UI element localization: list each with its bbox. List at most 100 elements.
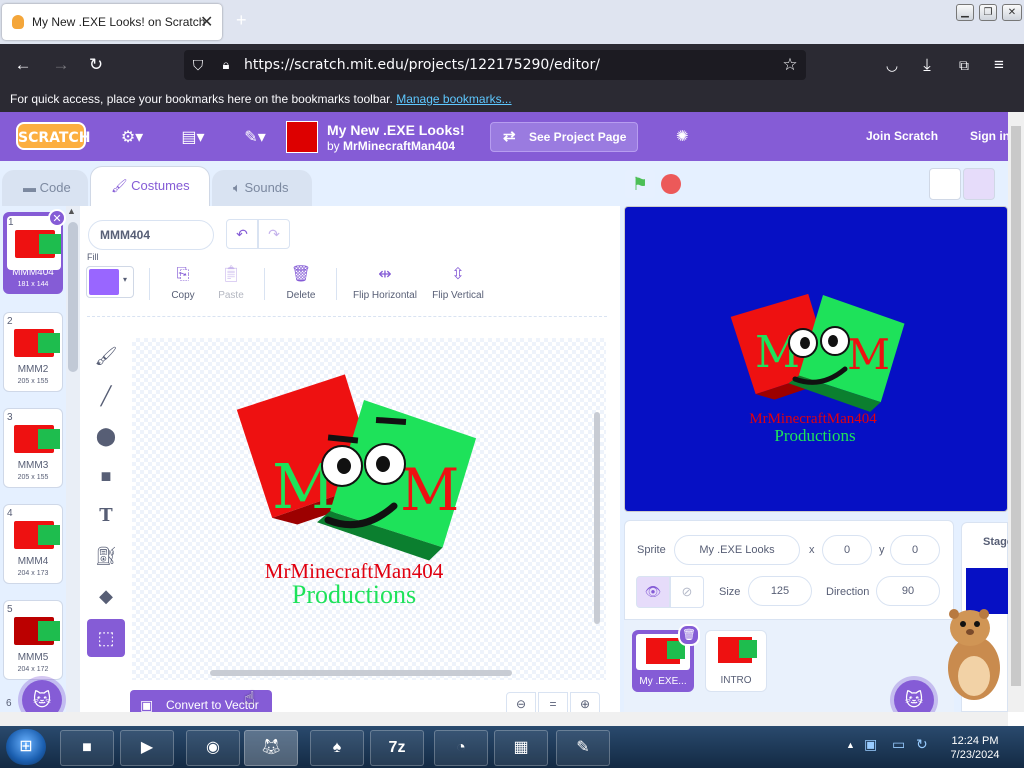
large-stage-icon[interactable] bbox=[963, 168, 995, 200]
extensions-icon[interactable]: ⧉ bbox=[953, 54, 975, 76]
taskbar-black-app-icon[interactable]: ■ bbox=[60, 730, 114, 766]
tray-app-icon[interactable]: ▣ bbox=[864, 736, 877, 753]
scratch-favicon-icon bbox=[12, 15, 24, 29]
flip-horizontal-icon: ⇹ bbox=[378, 266, 392, 283]
stop-icon[interactable] bbox=[661, 174, 681, 194]
fill-bucket-tool-icon[interactable]: ⛽︎ bbox=[89, 539, 123, 573]
redo-icon[interactable]: ↷ bbox=[258, 219, 290, 249]
pocket-icon[interactable]: ◡ bbox=[881, 54, 903, 76]
x-input[interactable]: 0 bbox=[822, 535, 872, 565]
green-flag-icon[interactable]: ⚑ bbox=[625, 170, 655, 198]
manage-bookmarks-link[interactable]: Manage bookmarks... bbox=[396, 92, 511, 106]
scratch-logo[interactable]: SCRATCH bbox=[16, 122, 90, 150]
close-tab-icon[interactable]: ✕ bbox=[200, 12, 213, 32]
author-name[interactable]: MrMinecraftMan404 bbox=[343, 139, 455, 153]
url-text[interactable]: https://scratch.mit.edu/projects/1221752… bbox=[244, 57, 600, 73]
sprite-item-intro[interactable]: INTRO bbox=[705, 630, 767, 692]
costume-list-scroll-thumb[interactable] bbox=[68, 222, 78, 372]
taskbar-minecraft-icon[interactable]: ▦ bbox=[494, 730, 548, 766]
sprite-name-input[interactable]: My .EXE Looks bbox=[674, 535, 800, 565]
minimize-window-button[interactable]: ▁ bbox=[956, 4, 974, 21]
tab-code[interactable]: ▬ Code bbox=[2, 170, 88, 206]
y-input[interactable]: 0 bbox=[890, 535, 940, 565]
lock-icon[interactable]: 🔒︎ bbox=[215, 54, 237, 76]
direction-input[interactable]: 90 bbox=[876, 576, 940, 606]
copy-button[interactable]: ⎘ Copy bbox=[166, 264, 200, 301]
flip-horizontal-label: Flip Horizontal bbox=[353, 290, 417, 301]
show-sprite-eye-icon[interactable]: 👁︎ bbox=[636, 576, 670, 608]
downloads-icon[interactable]: ⤓ bbox=[916, 54, 938, 76]
eraser-tool-icon[interactable]: ◆ bbox=[89, 579, 123, 613]
costume-item-5[interactable]: 5 MMM5 204 x 172 bbox=[3, 600, 63, 680]
hide-sprite-eye-icon[interactable]: ⊘ bbox=[670, 576, 704, 608]
project-author: by MrMinecraftMan404 bbox=[327, 139, 455, 153]
tray-sync-icon[interactable]: ↻ bbox=[916, 736, 928, 753]
browser-tab[interactable]: My New .EXE Looks! on Scratch ✕ bbox=[2, 4, 222, 40]
costume-number-6: 6 bbox=[6, 698, 12, 709]
bookmark-star-icon[interactable]: ☆ bbox=[779, 54, 801, 76]
scroll-up-icon[interactable]: ▲ bbox=[67, 206, 76, 216]
canvas-horizontal-scrollbar[interactable] bbox=[210, 670, 512, 676]
join-scratch-link[interactable]: Join Scratch bbox=[866, 129, 938, 143]
restore-window-button[interactable]: ❐ bbox=[979, 4, 997, 21]
forward-icon[interactable]: → bbox=[50, 54, 72, 76]
file-menu-icon[interactable]: ▤▾ bbox=[178, 127, 208, 147]
edit-menu-icon[interactable]: ✎▾ bbox=[240, 127, 270, 147]
new-tab-icon[interactable]: + bbox=[236, 10, 247, 31]
small-stage-icon[interactable] bbox=[929, 168, 961, 200]
taskbar-clock[interactable]: 12:24 PM 7/23/2024 bbox=[940, 734, 1010, 762]
taskbar-solitaire-icon[interactable]: ♠ bbox=[310, 730, 364, 766]
taskbar-media-player-icon[interactable]: ▶ bbox=[120, 730, 174, 766]
paint-canvas[interactable]: M M MrMinecraftMan404 Productions bbox=[132, 338, 606, 680]
settings-gear-icon[interactable]: ⚙▾ bbox=[117, 127, 147, 147]
costume-item-3[interactable]: 3 MMM3 205 x 155 bbox=[3, 408, 63, 488]
canvas-vertical-scrollbar[interactable] bbox=[594, 412, 600, 624]
tab-costumes[interactable]: 🖌︎ Costumes bbox=[90, 166, 210, 206]
tab-sounds-label: Sounds bbox=[244, 180, 289, 195]
see-project-page-button[interactable]: ⇄ See Project Page bbox=[490, 122, 638, 152]
delete-button[interactable]: 🗑︎ Delete bbox=[281, 264, 321, 301]
taskbar-speedometer-icon[interactable]: ◔ bbox=[434, 730, 488, 766]
select-tool-icon[interactable]: ⬚ bbox=[87, 619, 125, 657]
text-tool-icon[interactable]: T bbox=[89, 499, 123, 533]
theme-lightbulb-icon[interactable]: ✺ bbox=[676, 127, 694, 145]
tray-expand-icon[interactable]: ▲ bbox=[846, 740, 855, 750]
brush-tool-icon[interactable]: 🖌︎ bbox=[89, 339, 123, 373]
reload-icon[interactable]: ↻ bbox=[85, 54, 107, 76]
delete-costume-icon[interactable]: ✕ bbox=[48, 209, 66, 227]
line-tool-icon[interactable]: ╱ bbox=[89, 379, 123, 413]
project-title: My New .EXE Looks! bbox=[327, 122, 465, 138]
taskbar-paint-icon[interactable]: ✎ bbox=[556, 730, 610, 766]
tab-sounds[interactable]: 🔈︎ Sounds bbox=[212, 170, 312, 206]
start-button-windows-icon[interactable]: ⊞ bbox=[6, 729, 46, 765]
flip-vertical-button[interactable]: ⇳ Flip Vertical bbox=[428, 264, 488, 301]
back-icon[interactable]: ← bbox=[12, 54, 34, 76]
circle-tool-icon[interactable]: ⬤ bbox=[89, 419, 123, 453]
taskbar-7zip-icon[interactable]: 7z bbox=[370, 730, 424, 766]
code-icon: ▬ bbox=[23, 180, 36, 195]
taskbar-firefox-icon[interactable]: 🦊︎ bbox=[244, 730, 298, 766]
flip-horizontal-button[interactable]: ⇹ Flip Horizontal bbox=[349, 264, 421, 301]
costume-item-4[interactable]: 4 MMM4 204 x 173 bbox=[3, 504, 63, 584]
shield-icon[interactable]: ⛉ bbox=[187, 54, 209, 76]
size-input[interactable]: 125 bbox=[748, 576, 812, 606]
costume-size: 205 x 155 bbox=[17, 474, 49, 481]
delete-sprite-icon[interactable]: 🗑︎ bbox=[678, 624, 700, 646]
close-window-button[interactable]: ✕ bbox=[1002, 4, 1022, 21]
costume-name-input[interactable]: MMM404 bbox=[88, 220, 214, 250]
costume-thumbnail bbox=[14, 425, 60, 453]
page-scroll-thumb[interactable] bbox=[1011, 126, 1021, 686]
rectangle-tool-icon[interactable]: ■ bbox=[89, 459, 123, 493]
stage-canvas[interactable]: M M MrMinecraftMan404 Productions bbox=[624, 206, 1008, 512]
fill-color-picker[interactable]: ▾ bbox=[86, 266, 134, 298]
menu-icon[interactable]: ≡ bbox=[988, 54, 1010, 76]
page-horizontal-scrollbar[interactable] bbox=[0, 712, 1008, 726]
tray-network-icon[interactable]: ▭ bbox=[892, 736, 905, 753]
taskbar-orb-app-icon[interactable]: ◉ bbox=[186, 730, 240, 766]
paste-button[interactable]: 📋︎ Paste bbox=[214, 264, 248, 301]
tab-title: My New .EXE Looks! on Scratch bbox=[32, 15, 206, 29]
costume-item-2[interactable]: 2 MMM2 205 x 155 bbox=[3, 312, 63, 392]
sign-in-link[interactable]: Sign in bbox=[970, 129, 1010, 143]
toolbar-divider-line bbox=[87, 316, 607, 317]
undo-icon[interactable]: ↶ bbox=[226, 219, 258, 249]
